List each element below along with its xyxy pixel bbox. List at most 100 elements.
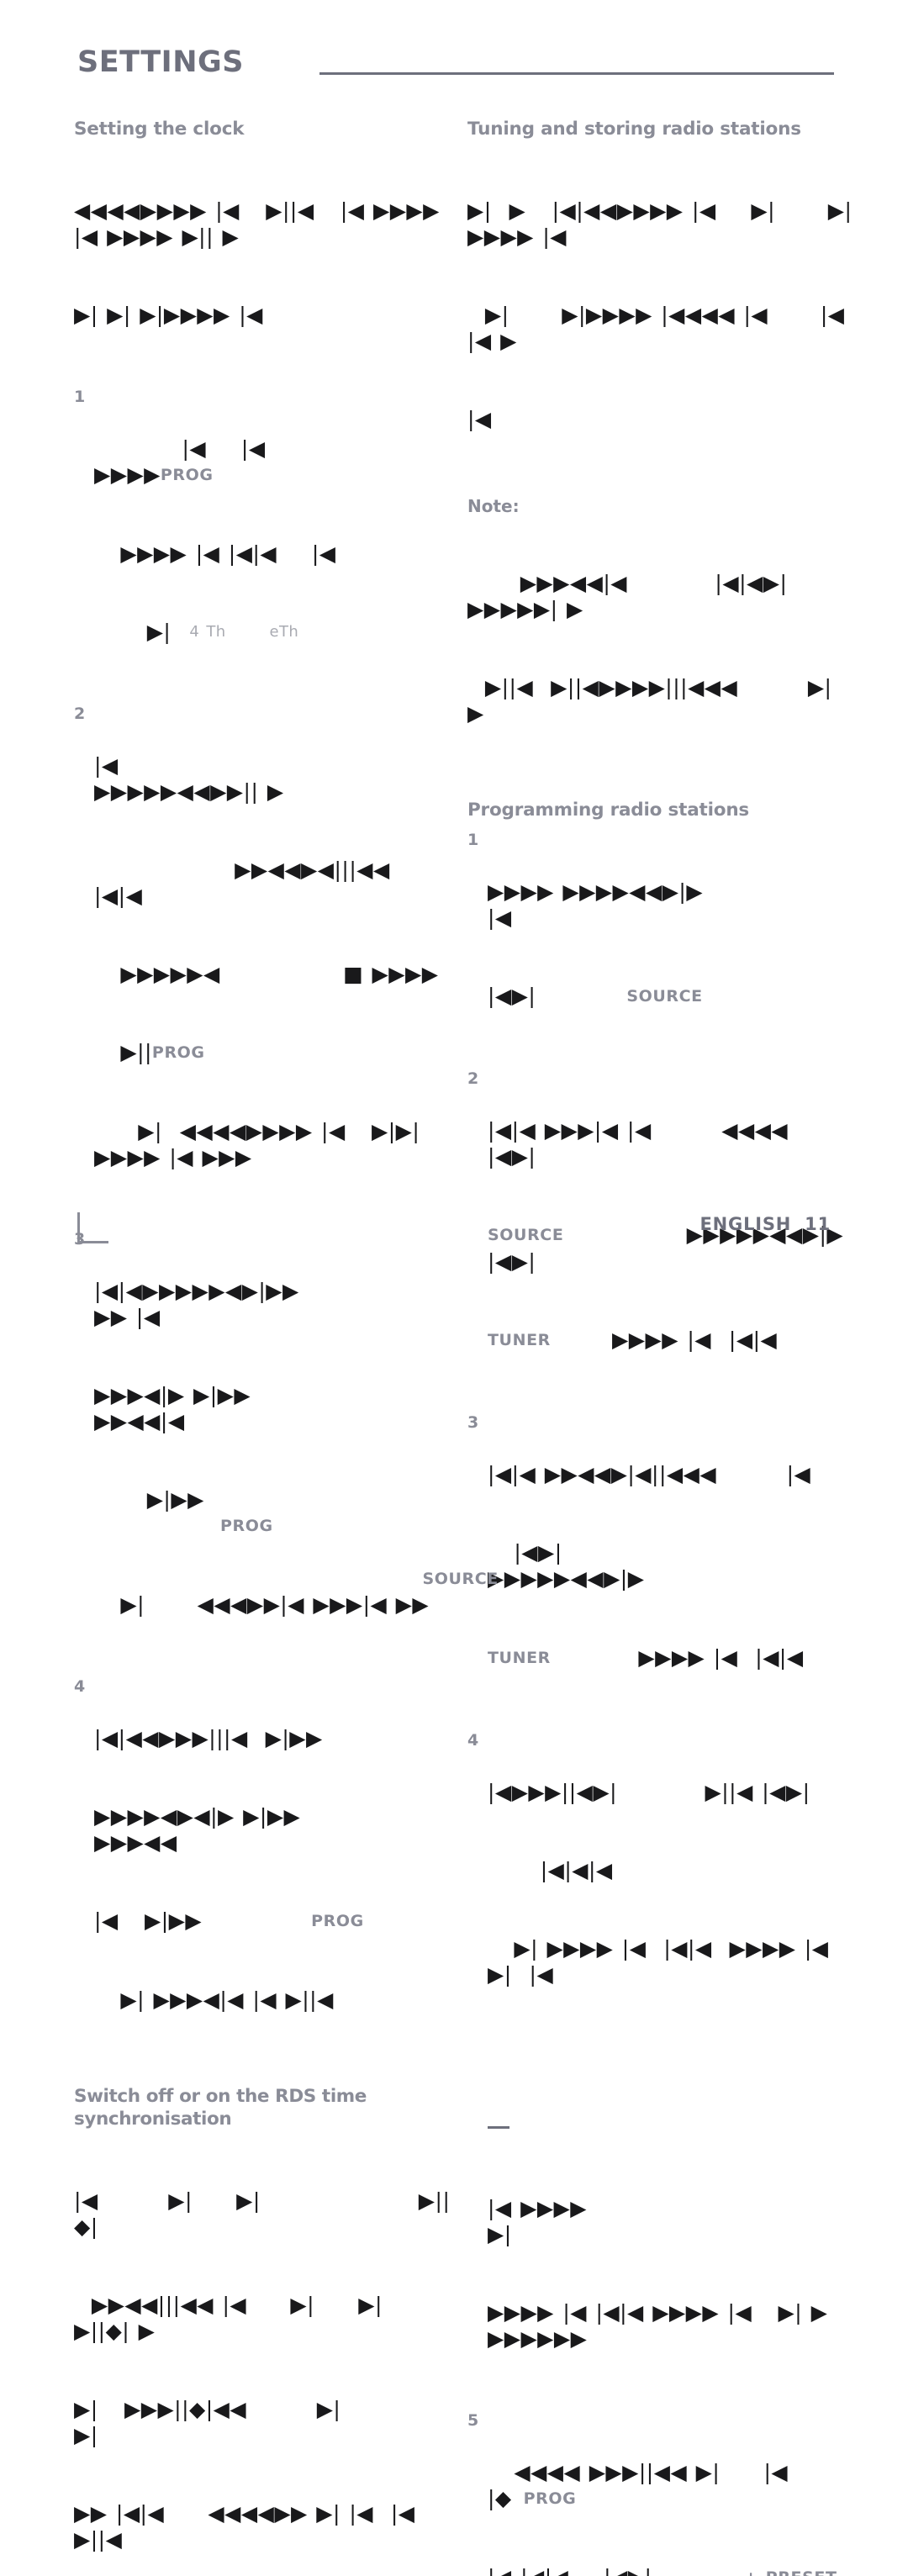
button-label-prog[interactable]: PROG [152, 1043, 205, 1062]
step-item: 5 ◀◀◀◀ ▶▶▶||◀◀ ▶| |◀ |◆PROG |◀ |◀|◀ |◀▶|… [467, 2407, 854, 2576]
glyph-line: ▶▶▶◀|▶ ▶|▶▶ ▶▶◀◀|◀ [94, 1383, 392, 1433]
glyph-line: |◀▶| ▶▶▶▶▶◀◀▶|▶SOURCE [422, 1539, 854, 1592]
glyph-run: ▶|▶▶ [94, 1487, 451, 1512]
button-label-tuner[interactable]: TUNER [488, 1331, 551, 1349]
step-body: |◀ ▶▶▶▶▶◀◀▶▶|| ▶ ▶▶◀◀▶◀|||◀◀ |◀|◀ ▶▶▶▶▶◀… [94, 700, 452, 1222]
glyph-run: |◀▶| ▶▶▶▶▶◀◀▶|▶ [488, 1540, 756, 1591]
clock-intro-paragraph: ◀◀◀◀▶▶▶▶ |◀ ▶||◀ |◀ ▶▶▶▶ |◀ ▶▶▶▶ ▶|| ▶ ▶… [74, 145, 452, 380]
glyph-line: |◀ ▶▶▶▶▶◀◀▶▶|| ▶ [94, 753, 294, 804]
right-column: Tuning and storing radio stations ▶| ▶ |… [422, 118, 868, 2576]
step-body: |◀▶▶▶||◀▶| ▶||◀ |◀▶| |◀|◀|◀ ▶| ▶▶▶▶ |◀ |… [488, 1727, 854, 2040]
glyph-run: |◀ |◀ ▶▶▶▶ [94, 436, 354, 487]
glyph-run: |◀ ▶|▶▶ [94, 1908, 203, 1933]
glyph-line: ▶▶▶▶ |◀ |◀|◀ |◀ [94, 541, 336, 566]
glyph-line: ▶▶▶▶ ▶▶▶▶◀◀▶|▶ |◀ [488, 879, 888, 930]
glyph-line: ▶▶◀◀▶◀|||◀◀ |◀|◀ [94, 858, 531, 908]
step-body: |◀|◀ ▶▶◀◀▶|◀||◀◀◀ |◀ |◀▶| ▶▶▶▶▶◀◀▶|▶SOUR… [422, 1409, 854, 1723]
glyph-line: ▶| ▶▶▶◀|◀ |◀ ▶||◀ [94, 1987, 334, 2012]
glyph-line: |◀▶| SOURCE [488, 983, 854, 1010]
masthead-rule [319, 72, 834, 75]
left-column: Setting the clock ◀◀◀◀▶▶▶▶ |◀ ▶||◀ |◀ ▶▶… [74, 118, 452, 2576]
heading-tuning-storing-radio-stations: Tuning and storing radio stations [467, 119, 801, 140]
step-body: |◀ |◀ ▶▶▶▶PROG ▶▶▶▶ |◀ |◀|◀ |◀ ▶| 4 Th eTh [94, 383, 452, 697]
step-number: 5 [467, 2411, 479, 2430]
button-label-prog[interactable]: PROG [524, 2489, 577, 2508]
glyph-line: ▶▶▶▶ |◀ |◀|◀ ▶▶▶▶ |◀ ▶| ▶ ▶▶▶▶▶▶ [488, 2300, 837, 2351]
tuning-note-block: Note: ▶▶▶◀◀|◀ |◀|◀▶| ▶▶▶▶▶| ▶ ▶||◀ ▶||◀▶… [467, 496, 854, 779]
step-body: |◀|◀◀▶▶▶|||◀ ▶|▶▶ ▶▶▶▶◀▶◀|▶ ▶|▶▶ ▶▶▶◀◀ |… [94, 1673, 452, 2065]
glyph-run: ▶|| [94, 1040, 152, 1064]
continuation-paragraph: |◀ ▶▶▶▶ ▶| ▶▶▶▶ |◀ |◀|◀ ▶▶▶▶ |◀ ▶| ▶ ▶▶▶… [467, 2065, 854, 2404]
glyph-line: |◀|◀ ▶▶▶|◀ |◀ ◀◀◀◀ |◀▶| [488, 1118, 868, 1169]
glyph-line: ▶▶▶▶▶◀ ■ ▶▶▶▶ [94, 962, 439, 986]
glyph-run: |◀▶| [488, 984, 536, 1008]
glyph-line: ◀◀◀◀ ▶▶▶||◀◀ ▶| |◀ |◆ PROG [488, 2459, 854, 2512]
glyph-line: |◀ [467, 407, 492, 431]
button-label-prog[interactable]: PROG [161, 466, 214, 484]
glyph-run: ▶▶ |◀|◀ ◀◀◀◀▶▶ ▶| |◀ |◀ ▶||◀ [74, 2501, 424, 2552]
masthead: SETTINGS [77, 47, 834, 86]
footer-page-number: 11 [805, 1214, 831, 1234]
button-label-tuner[interactable]: TUNER [488, 1649, 551, 1667]
glyph-line: ▶| ▶▶▶||◆|◀◀ ▶| ▶| [74, 2397, 473, 2447]
glyph-run: ▶| [94, 620, 172, 644]
glyph-line: ▶| ▶▶▶▶ |◀ |◀|◀ ▶▶▶▶ |◀ ▶| |◀ [488, 1936, 847, 1987]
button-label-source[interactable]: SOURCE [626, 987, 702, 1006]
glyph-line [488, 2117, 854, 2143]
note-heading: Note: [467, 496, 520, 516]
overbar-mark [488, 2126, 509, 2129]
glyph-line: ▶| ▶|▶▶▶▶ |◀◀◀◀ |◀ |◀ |◀ ▶ [467, 303, 898, 353]
step-body: |◀|◀▶▶▶▶▶◀▶|▶▶ ▶▶ |◀ ▶▶▶◀|▶ ▶|▶▶ ▶▶◀◀|◀ … [94, 1226, 452, 1670]
glyph-line: |◀ ▶▶▶▶ ▶| [488, 2196, 587, 2246]
glyph-line: ▶||◀ ▶||◀▶▶▶▶|||◀◀◀ ▶| ▶ [467, 675, 832, 726]
step-number: 1 [74, 388, 86, 406]
glyph-line: |◀ ▶| ▶| ▶||◆| [74, 2188, 451, 2239]
crop-mark-icon [77, 1212, 108, 1243]
step-item: 4 |◀▶▶▶||◀▶| ▶||◀ |◀▶| |◀|◀|◀ ▶| ▶▶▶▶ |◀… [467, 1727, 854, 2040]
glyph-line: |◀ |◀ ▶▶▶▶PROG [94, 435, 452, 488]
glyph-line: ◀◀◀◀▶▶▶▶ |◀ ▶||◀ |◀ ▶▶▶▶ |◀ ▶▶▶▶ ▶|| ▶ [74, 198, 449, 249]
glyph-line: |◀ ▶|▶▶ PROG [94, 1908, 452, 1935]
footer-language-label: ENGLISH [699, 1214, 792, 1234]
glyph-line: |◀|◀|◀ [488, 1858, 613, 1882]
heading-rds-time-sync: Switch off or on the RDS time synchronis… [74, 2086, 367, 2130]
footer-language-block: ENGLISH 11 [700, 1214, 831, 1234]
glyph-line: ▶| 4 Th eTh [94, 619, 452, 645]
button-label-prog[interactable]: PROG [311, 1912, 364, 1930]
glyph-line: |◀▶▶▶||◀▶| ▶||◀ |◀▶| [488, 1780, 810, 1804]
glyph-line: ▶|▶▶ PROG [94, 1486, 452, 1539]
glyph-line: ▶| ▶| ▶|▶▶▶▶ |◀ [74, 303, 263, 327]
heading-setting-the-clock: Setting the clock [74, 119, 245, 140]
heading-programming-radio-stations: Programming radio stations [467, 800, 750, 821]
step-item: 2 |◀ ▶▶▶▶▶◀◀▶▶|| ▶ ▶▶◀◀▶◀|||◀◀ |◀|◀ ▶▶▶▶… [74, 700, 452, 1222]
tuning-intro-paragraph: ▶| ▶ |◀|◀◀▶▶▶▶ |◀ ▶| ▶|▶▶▶▶ |◀ ▶| ▶|▶▶▶▶… [467, 145, 854, 484]
glyph-line: ▶| ▶ |◀|◀◀▶▶▶▶ |◀ ▶| ▶|▶▶▶▶ |◀ [467, 198, 853, 249]
step-number: 4 [467, 1731, 479, 1750]
glyph-line: TUNER ▶▶▶▶ |◀ |◀|◀ [488, 1644, 854, 1671]
glyph-run: |◀ |◀|◀ |◀▶| [488, 2565, 722, 2576]
glyph-line: ▶||PROG [94, 1039, 452, 1066]
step-item: 1 ▶▶▶▶ ▶▶▶▶◀◀▶|▶ |◀ |◀▶| SOURCE [467, 826, 854, 1062]
step-item: 1 |◀ |◀ ▶▶▶▶PROG ▶▶▶▶ |◀ |◀|◀ |◀ ▶| 4 Th e… [74, 383, 452, 697]
step-body: ◀◀◀◀ ▶▶▶||◀◀ ▶| |◀ |◆PROG |◀ |◀|◀ |◀▶| +… [488, 2407, 854, 2576]
glyph-line: |◀|◀◀▶▶▶|||◀ ▶|▶▶ [94, 1726, 323, 1750]
step-number: 3 [467, 1413, 479, 1432]
step-body: ▶▶▶▶ ▶▶▶▶◀◀▶|▶ |◀ |◀▶| SOURCE [488, 826, 854, 1062]
glyph-line: TUNER ▶▶▶▶ |◀ |◀|◀ [488, 1327, 854, 1354]
lcd-label-4th: 4 Th [189, 623, 226, 641]
glyph-run: ▶▶▶▶ |◀ |◀|◀ [550, 1645, 804, 1670]
glyph-line: |◀|◀ ▶▶◀◀▶|◀||◀◀◀ |◀ [488, 1462, 811, 1486]
button-label-prog[interactable]: PROG [220, 1517, 273, 1535]
button-label-source[interactable]: SOURCE [422, 1570, 498, 1588]
glyph-line: ▶▶ |◀|◀ ◀◀◀◀▶▶ ▶| |◀ |◀ ▶||◀ [74, 2500, 452, 2552]
step-item: 3 |◀|◀ ▶▶◀◀▶|◀||◀◀◀ |◀ |◀▶| ▶▶▶▶▶◀◀▶|▶SO… [422, 1409, 854, 1723]
step-number: 2 [74, 705, 86, 723]
lcd-label-eth: eTh [269, 623, 299, 641]
glyph-line: ▶▶▶◀◀|◀ |◀|◀▶| ▶▶▶▶▶| ▶ [467, 571, 805, 621]
glyph-line: ▶▶◀◀|||◀◀ |◀ ▶| ▶| ▶||◆| ▶ [74, 2293, 453, 2343]
note-body: ▶▶▶◀◀|◀ |◀|◀▶| ▶▶▶▶▶| ▶ ▶||◀ ▶||◀▶▶▶▶|||… [467, 518, 854, 779]
step-number: 1 [467, 831, 479, 849]
step-number: 4 [74, 1677, 86, 1696]
page-title: SETTINGS [77, 45, 244, 79]
step-item: 4 |◀|◀◀▶▶▶|||◀ ▶|▶▶ ▶▶▶▶◀▶◀|▶ ▶|▶▶ ▶▶▶◀◀… [74, 1673, 452, 2065]
